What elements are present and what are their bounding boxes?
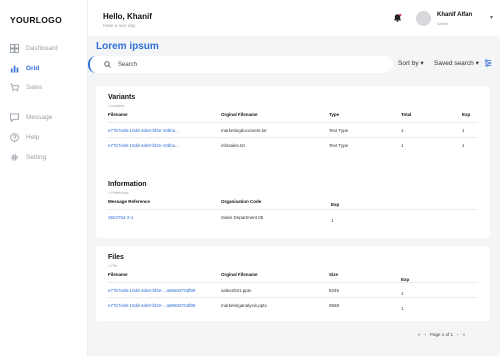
table-cell: infosales.txt <box>221 143 245 148</box>
user-role: Admin <box>437 21 449 26</box>
search-input[interactable]: Search <box>88 56 393 73</box>
table-cell: 1 <box>401 128 404 133</box>
sidebar-item-sales[interactable]: Sales <box>10 83 42 92</box>
divider <box>108 122 478 123</box>
table-cell: marketinganalysis.pptx <box>221 303 267 308</box>
file-link[interactable]: e77b7ed6-10dd-4de0-bf2e-...a8969370df99 <box>108 288 195 293</box>
column-header: Exp <box>331 202 340 207</box>
sidebar-item-label: Message <box>26 114 53 121</box>
divider <box>108 282 478 283</box>
cart-icon <box>10 83 19 92</box>
divider <box>108 137 478 138</box>
column-header: Type <box>329 112 340 117</box>
filter-icon[interactable] <box>484 59 492 67</box>
sidebar-item-dashboard[interactable]: Dashboard <box>10 44 58 53</box>
column-header: Exp <box>462 112 471 117</box>
chart-icon <box>10 65 19 73</box>
logo: YOURLOGO <box>10 15 62 25</box>
sidebar-item-label: Help <box>26 134 40 141</box>
next-page-icon[interactable]: › <box>457 332 459 337</box>
page-indicator: Page 1 of 1 <box>430 332 454 337</box>
main-content: Lorem ipsum Search Sort by ▾ Saved searc… <box>88 36 500 356</box>
column-header: Filename <box>108 112 128 117</box>
sort-label: Sort by <box>398 60 419 67</box>
first-page-icon[interactable]: « <box>418 332 421 337</box>
sidebar-item-label: Grid <box>26 65 40 72</box>
table-cell: 9658 <box>329 303 340 308</box>
dashboard-icon <box>10 44 19 53</box>
column-header: Total <box>401 112 412 117</box>
column-header: Filename <box>108 272 128 277</box>
sort-dropdown[interactable]: Sort by ▾ <box>398 59 424 67</box>
search-placeholder: Search <box>118 61 138 68</box>
table-cell: 1 <box>401 143 404 148</box>
chevron-down-icon: ▾ <box>420 60 424 67</box>
greeting: Hello, Khanif <box>103 12 152 21</box>
information-card: Information 1 Reference Message Referenc… <box>96 173 490 238</box>
chevron-down-icon[interactable]: ▾ <box>490 14 493 21</box>
divider <box>108 209 478 210</box>
saved-search-dropdown[interactable]: Saved search ▾ <box>434 59 479 67</box>
sidebar-item-label: Setting <box>26 154 47 161</box>
saved-search-label: Saved search <box>434 60 474 67</box>
user-name: Khanif Alfan <box>437 12 473 18</box>
file-link[interactable]: e77b7ed6-10dd-4de0-bf2e-10bhu... <box>108 143 179 148</box>
table-cell: 1 <box>462 128 465 133</box>
sidebar: YOURLOGO Dashboard Grid Sales Message He… <box>0 0 88 356</box>
divider <box>108 297 478 298</box>
card-title: Variants <box>108 94 136 101</box>
avatar[interactable] <box>416 11 431 26</box>
card-subtitle: 1 Incident <box>108 104 125 108</box>
table-cell: Text Type <box>329 128 349 133</box>
card-subtitle: 1 Reference <box>108 191 129 195</box>
message-icon <box>10 113 19 122</box>
table-cell: 8345 <box>329 288 340 293</box>
sidebar-item-label: Sales <box>26 84 43 91</box>
sidebar-item-label: Dashboard <box>26 45 58 52</box>
table-cell: Sales Department 05 <box>221 215 264 220</box>
column-header: Message Reference <box>108 199 151 204</box>
page-title: Lorem ipsum <box>96 41 159 52</box>
table-cell: sales2021.pptx <box>221 288 252 293</box>
help-icon <box>10 133 19 142</box>
search-icon <box>104 61 111 68</box>
table-cell: marketingdocument.txt <box>221 128 267 133</box>
pagination: « ‹ Page 1 of 1 › » <box>418 332 465 337</box>
table-cell: 1 <box>401 306 404 311</box>
card-title: Files <box>108 254 124 261</box>
sidebar-item-message[interactable]: Message <box>10 113 52 122</box>
sidebar-item-help[interactable]: Help <box>10 133 39 142</box>
topbar: Hello, Khanif Have a nice day Khanif Alf… <box>88 0 500 36</box>
column-header: Orginal Filename <box>221 272 258 277</box>
gear-icon <box>11 154 18 161</box>
card-title: Information <box>108 181 147 188</box>
table-cell: Text Type <box>329 143 349 148</box>
reference-link[interactable]: 3604754-2-1 <box>108 215 134 220</box>
sidebar-item-setting[interactable]: Setting <box>10 153 46 162</box>
prev-page-icon[interactable]: ‹ <box>425 332 427 337</box>
column-header: Organisation Code <box>221 199 262 204</box>
last-page-icon[interactable]: » <box>463 332 466 337</box>
table-cell: 1 <box>462 143 465 148</box>
file-link[interactable]: e77b7ed6-10dd-4de0-bf2e-...a8969370df99 <box>108 303 195 308</box>
greeting-subtitle: Have a nice day <box>103 23 136 28</box>
table-cell: 1 <box>401 291 404 296</box>
table-cell: 1 <box>331 218 334 223</box>
column-header: Orginal Filename <box>221 112 258 117</box>
files-card: Files 1 File Filename Orginal Filename S… <box>96 246 490 321</box>
chevron-down-icon: ▾ <box>475 60 479 67</box>
file-link[interactable]: e77b7ed6-10dd-4de0-bf2e-10bhu... <box>108 128 179 133</box>
bell-icon[interactable] <box>393 13 402 22</box>
sidebar-item-grid[interactable]: Grid <box>10 64 39 73</box>
card-subtitle: 1 File <box>108 264 118 268</box>
column-header: Size <box>329 272 339 277</box>
